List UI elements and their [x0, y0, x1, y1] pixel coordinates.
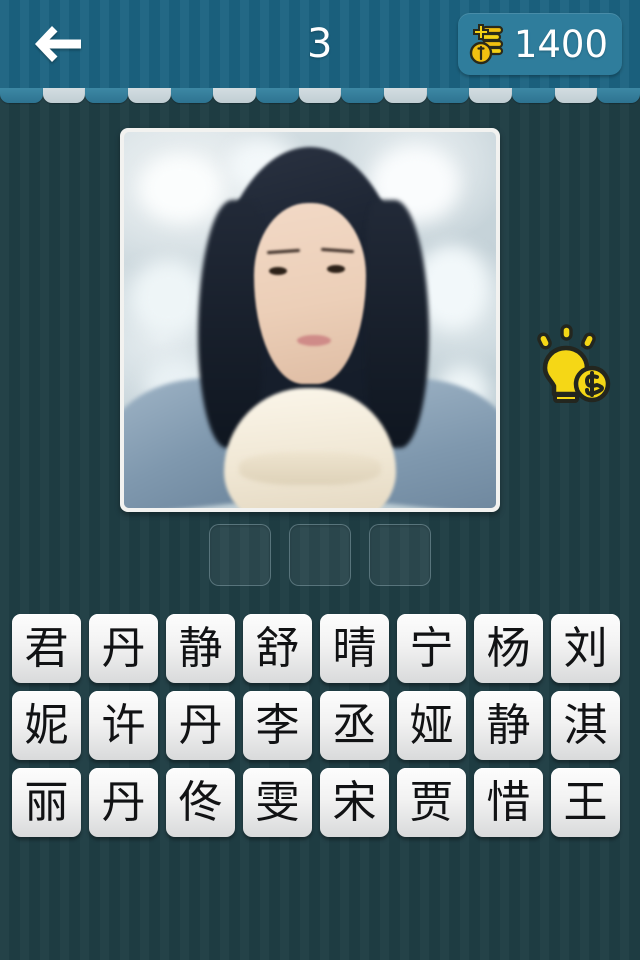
letter-tile[interactable]: 娅	[397, 691, 466, 760]
answer-slot[interactable]	[289, 524, 351, 586]
letter-tile[interactable]: 舒	[243, 614, 312, 683]
scallop-tab	[170, 88, 214, 103]
scallop-tab	[469, 88, 513, 103]
coin-badge[interactable]: 1400	[457, 13, 622, 75]
coin-count-label: 1400	[513, 22, 608, 66]
letter-tile[interactable]: 妮	[12, 691, 81, 760]
letter-tile[interactable]: 丹	[89, 614, 158, 683]
letter-row: 君丹静舒晴宁杨刘	[12, 614, 628, 683]
letter-tile[interactable]: 淇	[551, 691, 620, 760]
answer-slot[interactable]	[369, 524, 431, 586]
scallop-tab	[384, 88, 427, 103]
puzzle-photo	[124, 132, 496, 508]
answer-slots	[0, 524, 640, 596]
letter-tile[interactable]: 杨	[474, 614, 543, 683]
coin-stack-plus-icon	[466, 22, 510, 66]
letter-tile-grid: 君丹静舒晴宁杨刘妮许丹李丞娅静淇丽丹佟雯宋贾惜王	[12, 614, 628, 837]
letter-tile[interactable]: 佟	[166, 768, 235, 837]
scallop-tab	[0, 88, 43, 103]
hair-strand-right	[365, 199, 430, 448]
puzzle-photo-frame	[120, 128, 500, 512]
hint-button[interactable]	[522, 318, 614, 410]
scallop-tab	[512, 88, 555, 103]
answer-slot[interactable]	[209, 524, 271, 586]
letter-tile[interactable]: 静	[166, 614, 235, 683]
scallop-tab	[256, 88, 299, 103]
scallop-tab	[213, 88, 257, 103]
scallop-tab	[128, 88, 171, 103]
letter-tile[interactable]: 刘	[551, 614, 620, 683]
letter-tile[interactable]: 贾	[397, 768, 466, 837]
scallop-tab	[341, 88, 385, 103]
letter-tile[interactable]: 丹	[166, 691, 235, 760]
scallop-divider	[0, 88, 640, 105]
scallop-tab	[426, 88, 470, 103]
face	[254, 203, 366, 384]
scallop-tab	[42, 88, 86, 103]
letter-tile[interactable]: 王	[551, 768, 620, 837]
letter-tile[interactable]: 宁	[397, 614, 466, 683]
letter-row: 丽丹佟雯宋贾惜王	[12, 768, 628, 837]
app-header: 3 1400	[0, 0, 640, 88]
lips	[296, 335, 331, 347]
letter-row: 妮许丹李丞娅静淇	[12, 691, 628, 760]
letter-tile[interactable]: 许	[89, 691, 158, 760]
scallop-tab	[298, 88, 342, 103]
scarf-band	[239, 451, 381, 486]
lightbulb-coin-hint-icon	[522, 318, 614, 410]
letter-tile[interactable]: 丹	[89, 768, 158, 837]
letter-tile[interactable]: 晴	[320, 614, 389, 683]
scallop-tab	[597, 88, 640, 103]
letter-tile[interactable]: 君	[12, 614, 81, 683]
letter-tile[interactable]: 雯	[243, 768, 312, 837]
letter-tile[interactable]: 静	[474, 691, 543, 760]
letter-tile[interactable]: 丽	[12, 768, 81, 837]
letter-tile[interactable]: 惜	[474, 768, 543, 837]
letter-tile[interactable]: 丞	[320, 691, 389, 760]
letter-tile[interactable]: 宋	[320, 768, 389, 837]
scallop-tab	[554, 88, 598, 103]
scallop-tab	[85, 88, 129, 103]
letter-tile[interactable]: 李	[243, 691, 312, 760]
